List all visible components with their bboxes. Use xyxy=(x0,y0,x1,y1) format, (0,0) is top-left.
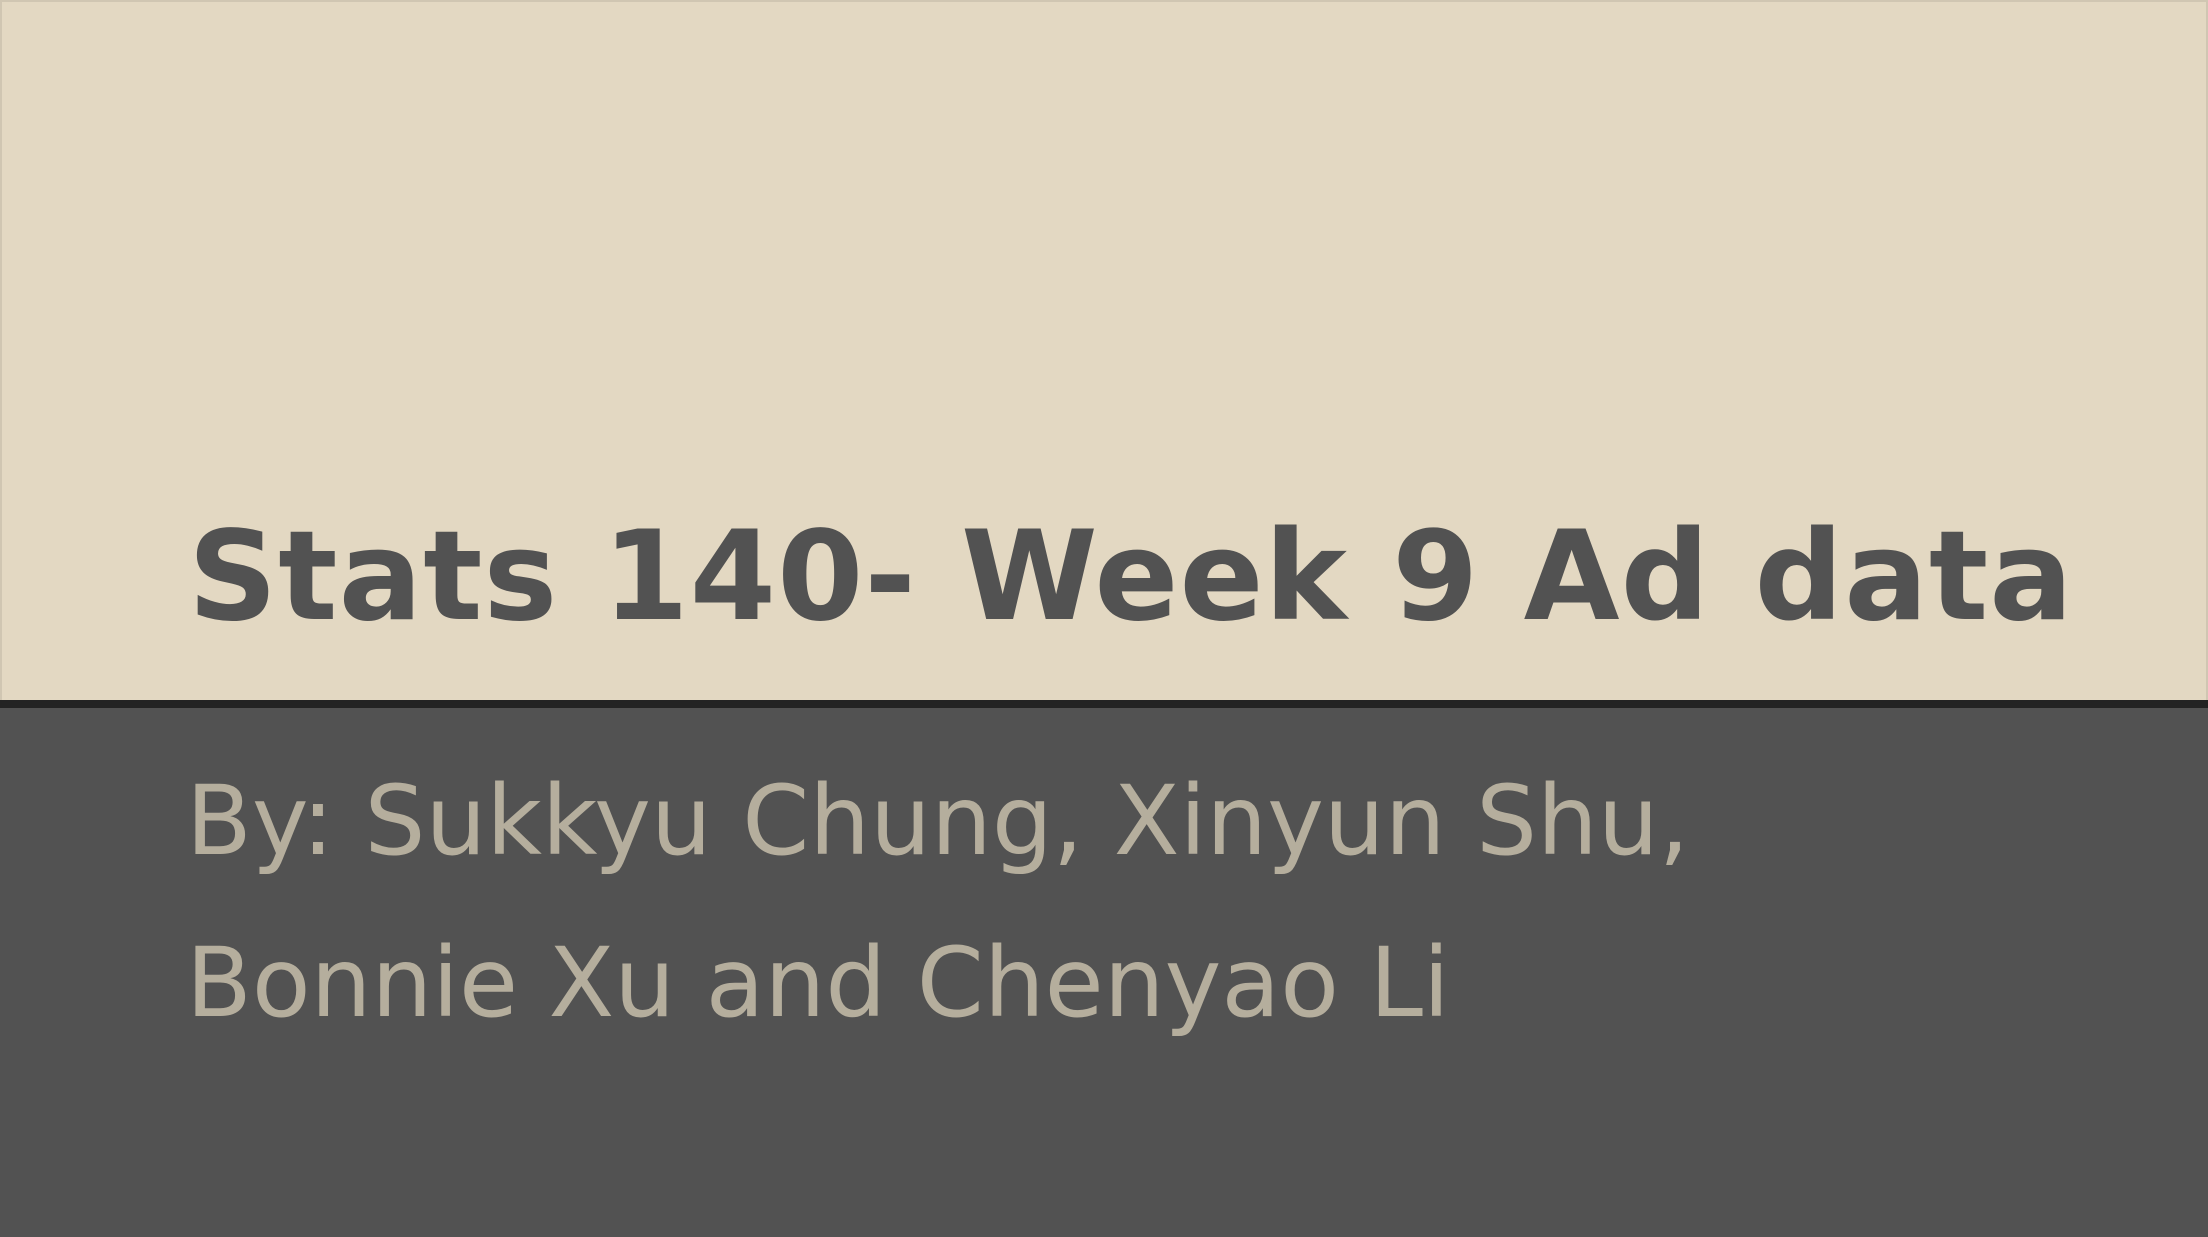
subtitle-line-authors-2: Bonnie Xu and Chenyao Li xyxy=(186,927,1450,1039)
slide-title: Stats 140- Week 9 Ad data xyxy=(188,505,2074,649)
subtitle-line-authors-1: By: Sukkyu Chung, Xinyun Shu, xyxy=(186,765,1690,877)
slide-subtitle: By: Sukkyu Chung, Xinyun Shu, Bonnie Xu … xyxy=(186,740,1689,1064)
panel-divider xyxy=(0,700,2208,708)
title-slide: Stats 140- Week 9 Ad data By: Sukkyu Chu… xyxy=(0,0,2208,1237)
title-panel: Stats 140- Week 9 Ad data xyxy=(0,0,2208,700)
